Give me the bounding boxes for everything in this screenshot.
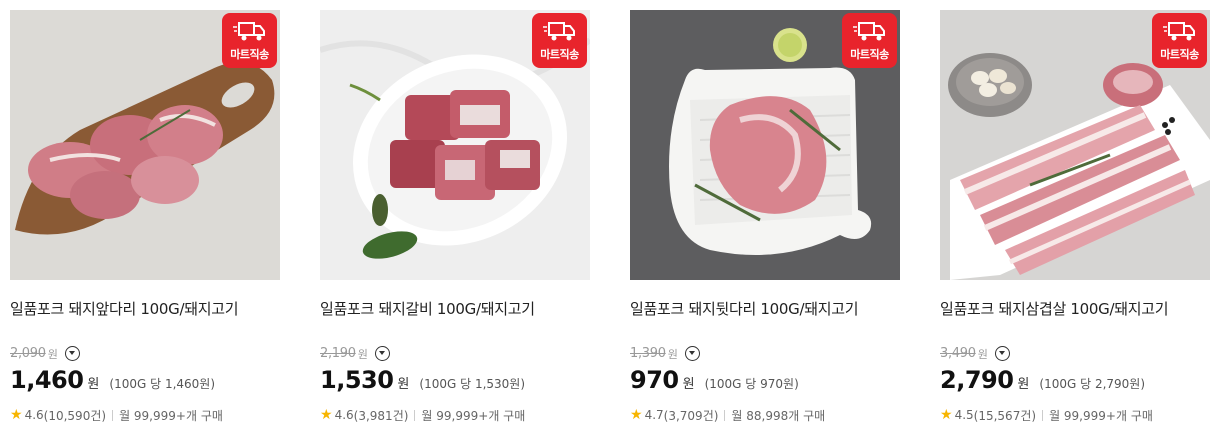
divider: [414, 409, 416, 421]
original-price: 1,390: [630, 346, 666, 361]
sale-price: 970: [630, 366, 679, 394]
badge-label: 마트직송: [540, 48, 579, 61]
unit-price: (100G 당 2,790원): [1039, 377, 1146, 391]
review-count[interactable]: (3,981건): [354, 407, 409, 424]
truck-icon: [853, 22, 885, 41]
monthly-purchases: 월 88,998개 구매: [731, 408, 826, 423]
original-price: 2,190: [320, 346, 356, 361]
product-card[interactable]: 마트직송 일품포크 돼지앞다리 100G/돼지고기 2,090 원 1,460 …: [10, 0, 280, 448]
price-row: 1,460 원 (100G 당 1,460원): [10, 366, 215, 400]
mart-delivery-badge: 마트직송: [842, 13, 897, 68]
original-price-row: 2,190 원: [320, 345, 390, 362]
review-count[interactable]: (10,590건): [44, 407, 106, 424]
product-image[interactable]: 마트직송: [320, 10, 590, 280]
product-card[interactable]: 마트직송 일품포크 돼지갈비 100G/돼지고기 2,190 원 1,530 원…: [320, 0, 590, 448]
truck-icon: [1163, 22, 1195, 41]
price-info-dropdown-icon[interactable]: [994, 346, 1010, 361]
original-price-currency: 원: [977, 347, 988, 361]
star-icon: ★: [630, 407, 643, 423]
product-image[interactable]: 마트직송: [940, 10, 1210, 280]
rating-value: 4.6: [334, 408, 354, 422]
truck-icon: [233, 22, 265, 41]
sale-price-currency: 원: [397, 377, 410, 392]
rating-row: ★ 4.6 (10,590건) 월 99,999+개 구매: [10, 406, 223, 424]
mart-delivery-badge: 마트직송: [532, 13, 587, 68]
original-price-row: 3,490 원: [940, 345, 1010, 362]
mart-delivery-badge: 마트직송: [222, 13, 277, 68]
sale-price: 1,460: [10, 366, 84, 394]
unit-price: (100G 당 1,460원): [109, 377, 216, 391]
sale-price: 2,790: [940, 366, 1014, 394]
sale-price: 1,530: [320, 366, 394, 394]
monthly-purchases: 월 99,999+개 구매: [119, 408, 223, 423]
price-row: 2,790 원 (100G 당 2,790원): [940, 366, 1145, 400]
original-price-row: 2,090 원: [10, 345, 80, 362]
unit-price: (100G 당 970원): [704, 377, 799, 391]
monthly-purchases: 월 99,999+개 구매: [421, 408, 526, 423]
unit-price: (100G 당 1,530원): [419, 377, 526, 391]
original-price: 3,490: [940, 346, 976, 361]
product-title[interactable]: 일품포크 돼지뒷다리 100G/돼지고기: [630, 298, 859, 319]
badge-label: 마트직송: [1160, 48, 1199, 61]
price-info-dropdown-icon[interactable]: [374, 346, 390, 361]
sale-price-currency: 원: [1017, 377, 1030, 392]
divider: [724, 409, 726, 421]
product-image[interactable]: 마트직송: [630, 10, 900, 280]
original-price-row: 1,390 원: [630, 345, 700, 362]
product-title[interactable]: 일품포크 돼지삼겹살 100G/돼지고기: [940, 298, 1169, 319]
rating-value: 4.7: [644, 408, 664, 422]
star-icon: ★: [320, 407, 333, 423]
badge-label: 마트직송: [850, 48, 889, 61]
sale-price-currency: 원: [682, 377, 695, 392]
review-count[interactable]: (15,567건): [974, 407, 1036, 424]
product-card[interactable]: 마트직송 일품포크 돼지삼겹살 100G/돼지고기 3,490 원 2,790 …: [940, 0, 1210, 448]
rating-row: ★ 4.6 (3,981건) 월 99,999+개 구매: [320, 406, 525, 424]
review-count[interactable]: (3,709건): [664, 407, 719, 424]
price-row: 1,530 원 (100G 당 1,530원): [320, 366, 525, 400]
original-price-currency: 원: [667, 347, 678, 361]
product-image[interactable]: 마트직송: [10, 10, 280, 280]
divider: [112, 409, 114, 421]
rating-value: 4.5: [954, 408, 974, 422]
rating-row: ★ 4.5 (15,567건) 월 99,999+개 구매: [940, 406, 1153, 424]
truck-icon: [543, 22, 575, 41]
star-icon: ★: [10, 407, 23, 423]
rating-row: ★ 4.7 (3,709건) 월 88,998개 구매: [630, 406, 825, 424]
price-info-dropdown-icon[interactable]: [64, 346, 80, 361]
product-grid: 마트직송 일품포크 돼지앞다리 100G/돼지고기 2,090 원 1,460 …: [0, 0, 1221, 448]
mart-delivery-badge: 마트직송: [1152, 13, 1207, 68]
product-title[interactable]: 일품포크 돼지갈비 100G/돼지고기: [320, 298, 535, 319]
price-info-dropdown-icon[interactable]: [684, 346, 700, 361]
original-price-currency: 원: [357, 347, 368, 361]
price-row: 970 원 (100G 당 970원): [630, 366, 799, 400]
star-icon: ★: [940, 407, 953, 423]
badge-label: 마트직송: [230, 48, 269, 61]
divider: [1042, 409, 1044, 421]
product-title[interactable]: 일품포크 돼지앞다리 100G/돼지고기: [10, 298, 239, 319]
product-card[interactable]: 마트직송 일품포크 돼지뒷다리 100G/돼지고기 1,390 원 970 원 …: [630, 0, 900, 448]
rating-value: 4.6: [24, 408, 44, 422]
original-price: 2,090: [10, 346, 46, 361]
monthly-purchases: 월 99,999+개 구매: [1049, 408, 1153, 423]
sale-price-currency: 원: [87, 377, 100, 392]
original-price-currency: 원: [47, 347, 58, 361]
